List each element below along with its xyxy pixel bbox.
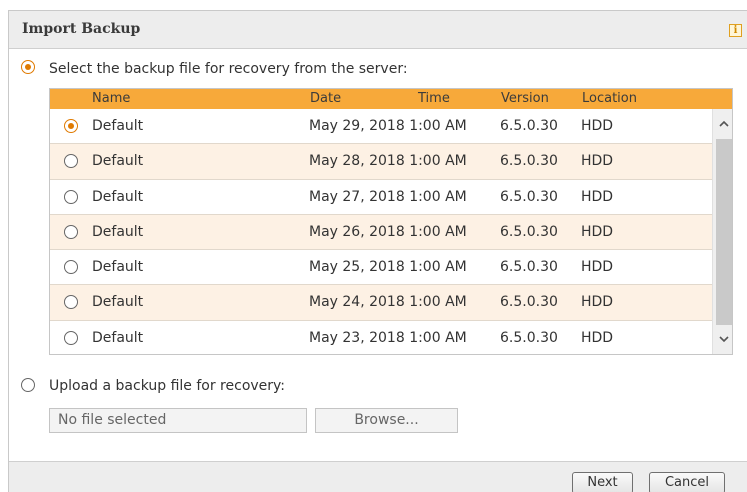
chevron-down-icon[interactable] xyxy=(713,329,732,351)
row-version: 6.5.0.30 xyxy=(500,188,558,205)
row-location: HDD xyxy=(581,294,614,311)
row-radio[interactable] xyxy=(64,260,78,275)
row-name: Default xyxy=(92,153,144,170)
row-location: HDD xyxy=(581,329,614,346)
row-radio[interactable] xyxy=(64,189,78,204)
row-version: 6.5.0.30 xyxy=(500,153,558,170)
cancel-button[interactable]: Cancel xyxy=(649,472,725,492)
row-version: 6.5.0.30 xyxy=(500,259,558,276)
col-date: Date xyxy=(310,91,342,106)
col-name: Name xyxy=(92,91,131,106)
row-datetime: May 28, 2018 1:00 AM xyxy=(309,153,467,170)
import-backup-dialog: Import Backup i Select the backup file f… xyxy=(8,10,747,492)
row-name: Default xyxy=(92,118,144,134)
row-location: HDD xyxy=(581,153,614,170)
chevron-up-icon[interactable] xyxy=(713,113,732,135)
table-row[interactable]: Default May 27, 2018 1:00 AM 6.5.0.30 HD… xyxy=(50,180,712,215)
col-version: Version xyxy=(501,91,549,106)
info-icon[interactable]: i xyxy=(729,24,742,37)
col-time: Time xyxy=(418,91,450,106)
row-radio[interactable] xyxy=(64,295,78,310)
row-name: Default xyxy=(92,259,144,276)
table-row[interactable]: Default May 25, 2018 1:00 AM 6.5.0.30 HD… xyxy=(50,250,712,286)
row-radio[interactable] xyxy=(64,154,78,169)
row-radio[interactable] xyxy=(64,224,78,239)
row-location: HDD xyxy=(581,223,614,240)
row-version: 6.5.0.30 xyxy=(500,223,558,240)
option-server-label: Select the backup file for recovery from… xyxy=(49,61,408,77)
table-row[interactable]: Default May 29, 2018 1:00 AM 6.5.0.30 HD… xyxy=(50,109,712,145)
table-row[interactable]: Default May 26, 2018 1:00 AM 6.5.0.30 HD… xyxy=(50,214,712,251)
table-row[interactable]: Default May 24, 2018 1:00 AM 6.5.0.30 HD… xyxy=(50,285,712,321)
row-name: Default xyxy=(92,294,144,311)
row-datetime: May 24, 2018 1:00 AM xyxy=(309,294,467,311)
table-header: Name Date Time Version Location xyxy=(50,89,732,109)
table-scrollbar[interactable] xyxy=(712,109,732,354)
row-location: HDD xyxy=(581,259,614,276)
table-row[interactable]: Default May 23, 2018 1:00 AM 6.5.0.30 HD… xyxy=(50,321,712,354)
option-upload-label: Upload a backup file for recovery: xyxy=(49,378,286,394)
row-datetime: May 27, 2018 1:00 AM xyxy=(309,188,467,205)
row-name: Default xyxy=(92,223,144,240)
row-location: HDD xyxy=(581,118,614,134)
row-version: 6.5.0.30 xyxy=(500,118,558,134)
radio-select-from-server[interactable] xyxy=(21,60,35,74)
row-radio[interactable] xyxy=(64,119,78,133)
file-path-field[interactable]: No file selected xyxy=(49,408,307,433)
row-datetime: May 25, 2018 1:00 AM xyxy=(309,259,467,276)
row-name: Default xyxy=(92,188,144,205)
col-location: Location xyxy=(582,91,637,106)
radio-upload-file[interactable] xyxy=(21,378,35,392)
scrollbar-thumb[interactable] xyxy=(716,139,732,325)
backup-table: Name Date Time Version Location Default … xyxy=(49,88,733,355)
row-datetime: May 29, 2018 1:00 AM xyxy=(309,118,467,134)
row-datetime: May 23, 2018 1:00 AM xyxy=(309,329,467,346)
row-version: 6.5.0.30 xyxy=(500,294,558,311)
dialog-footer: Next Cancel xyxy=(9,461,747,492)
next-button[interactable]: Next xyxy=(572,472,633,492)
dialog-title: Import Backup xyxy=(22,21,141,37)
row-radio[interactable] xyxy=(64,330,78,345)
row-version: 6.5.0.30 xyxy=(500,329,558,346)
row-location: HDD xyxy=(581,188,614,205)
browse-button[interactable]: Browse... xyxy=(315,408,458,433)
row-datetime: May 26, 2018 1:00 AM xyxy=(309,223,467,240)
table-body: Default May 29, 2018 1:00 AM 6.5.0.30 HD… xyxy=(50,109,712,354)
table-row[interactable]: Default May 28, 2018 1:00 AM 6.5.0.30 HD… xyxy=(50,144,712,180)
row-name: Default xyxy=(92,329,144,346)
dialog-titlebar: Import Backup i xyxy=(9,11,747,49)
